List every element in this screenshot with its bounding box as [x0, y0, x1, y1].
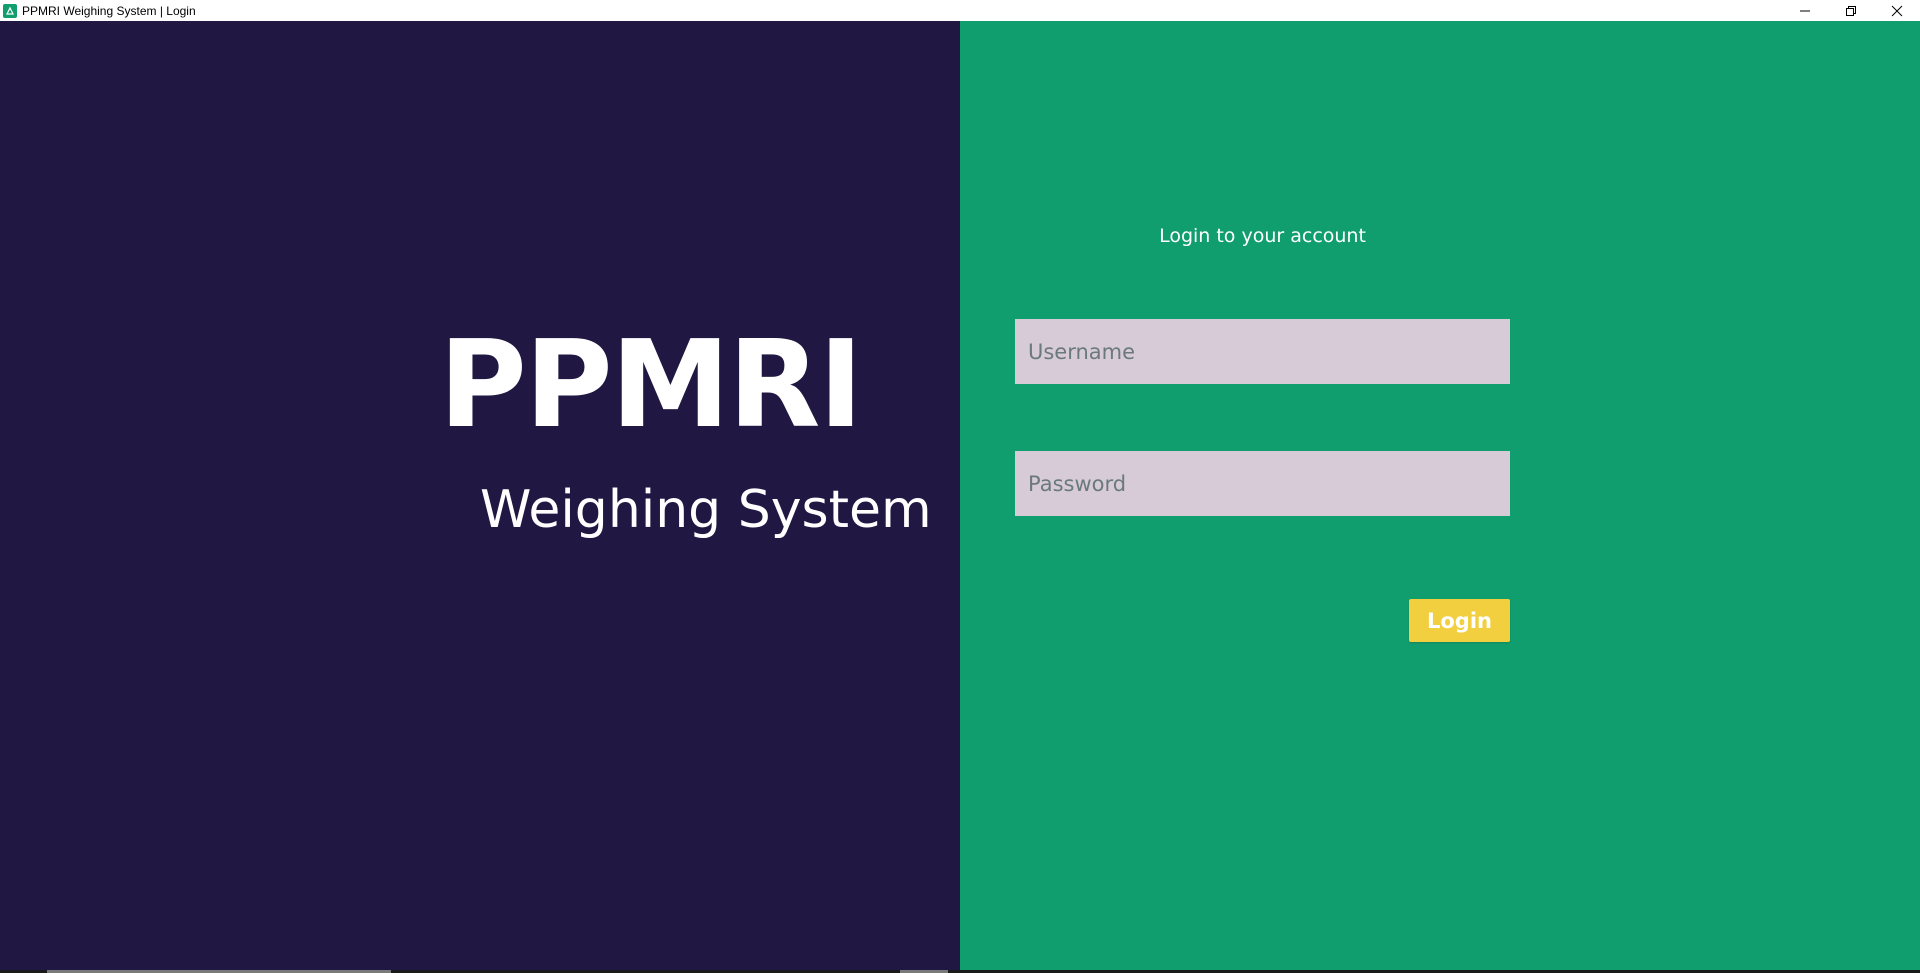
app-icon	[3, 3, 17, 18]
close-icon	[1891, 5, 1903, 16]
login-heading: Login to your account	[1159, 225, 1366, 247]
minimize-button[interactable]	[1782, 0, 1828, 21]
close-button[interactable]	[1874, 0, 1920, 21]
app-window: PPMRI Weighing System | Login PPMRI Weig…	[0, 0, 1920, 973]
title-bar[interactable]: PPMRI Weighing System | Login	[0, 0, 1920, 21]
brand-subtitle: Weighing System	[480, 480, 932, 540]
password-field[interactable]	[1015, 451, 1510, 516]
window-controls	[1782, 0, 1920, 21]
brand-title: PPMRI	[438, 316, 863, 455]
restore-button[interactable]	[1828, 0, 1874, 21]
username-field[interactable]	[1015, 319, 1510, 384]
minimize-icon	[1800, 10, 1810, 11]
window-title: PPMRI Weighing System | Login	[22, 3, 196, 18]
login-panel: Login to your account Login	[960, 21, 1920, 973]
restore-icon	[1846, 5, 1856, 16]
login-button[interactable]: Login	[1409, 599, 1510, 642]
brand-panel: PPMRI Weighing System	[0, 21, 960, 973]
